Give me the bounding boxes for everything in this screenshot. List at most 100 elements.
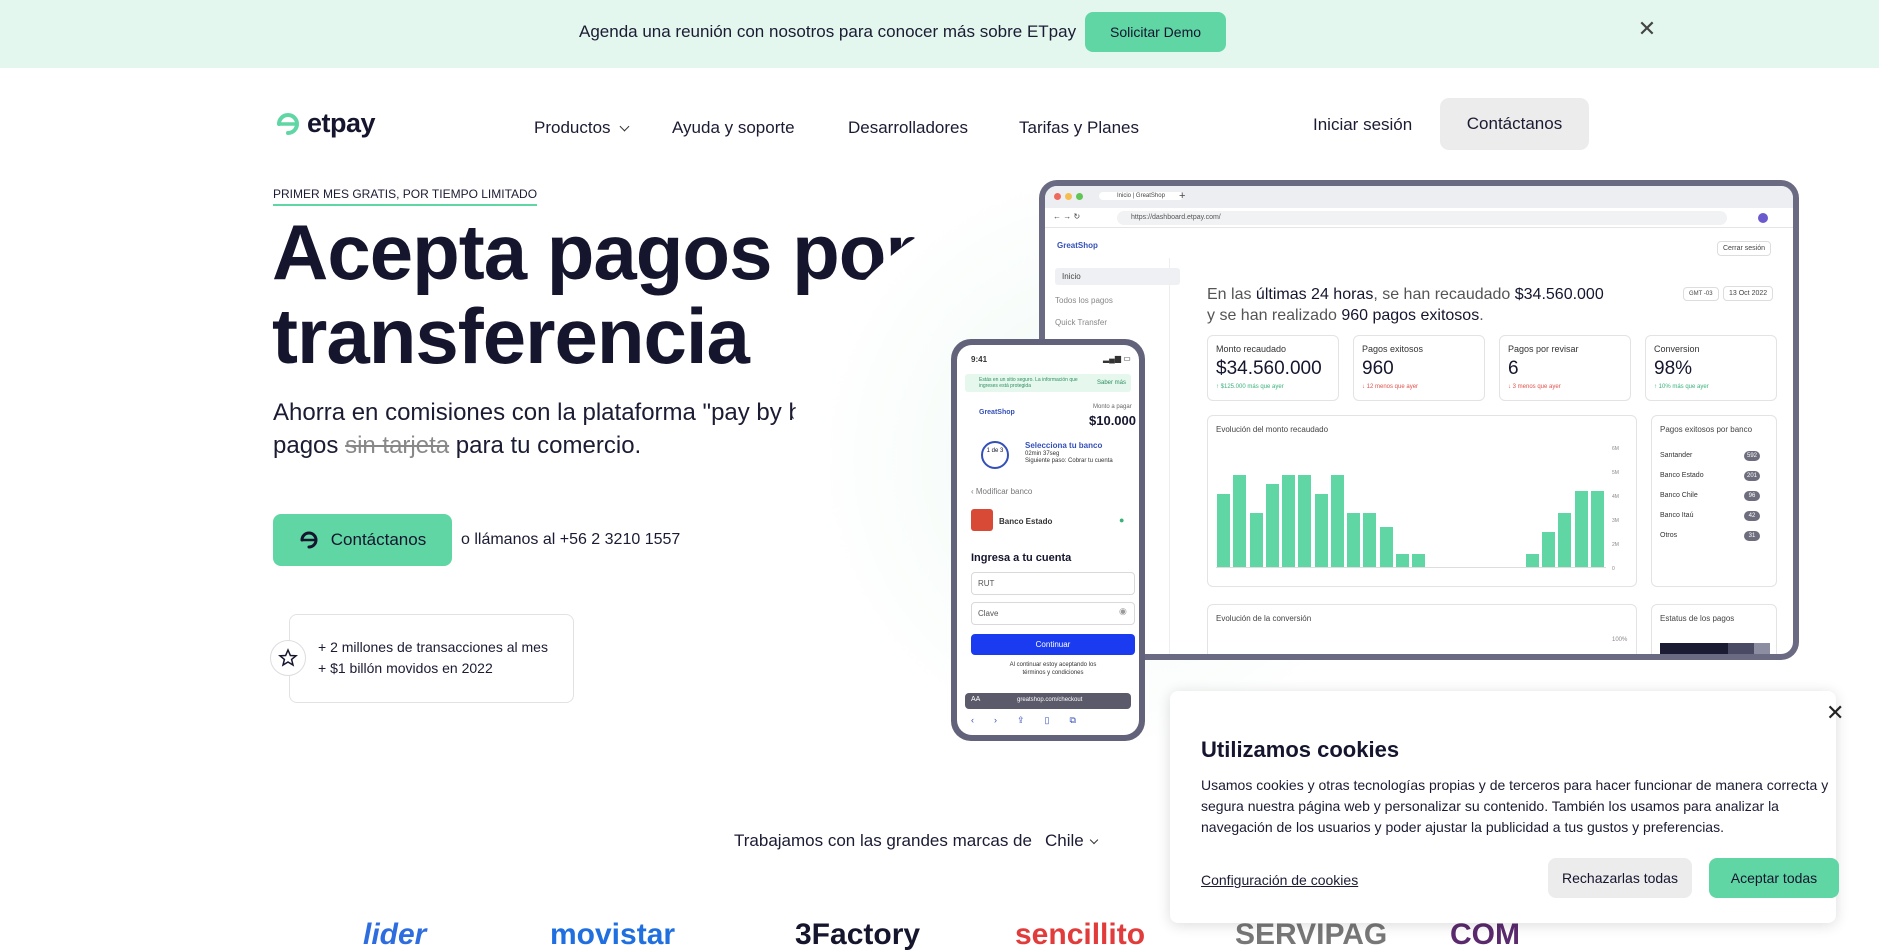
chart-bar bbox=[1265, 484, 1279, 567]
contact-button[interactable]: Contáctanos bbox=[1440, 98, 1589, 150]
hero-title-line1: Acepta pagos por bbox=[272, 208, 916, 296]
cookie-settings-link[interactable]: Configuración de cookies bbox=[1201, 872, 1358, 888]
nav-productos-label: Productos bbox=[534, 118, 611, 137]
close-icon[interactable]: ✕ bbox=[1826, 700, 1844, 726]
change-bank-link: ‹ Modificar banco bbox=[971, 487, 1033, 496]
request-demo-button[interactable]: Solicitar Demo bbox=[1085, 12, 1226, 52]
close-icon[interactable]: ✕ bbox=[1636, 18, 1658, 40]
chart-bar bbox=[1233, 474, 1247, 567]
chart-bar bbox=[1412, 554, 1425, 567]
accept-all-button[interactable]: Aceptar todas bbox=[1709, 858, 1839, 898]
etpay-logo-icon bbox=[277, 112, 299, 135]
brand-logo: COM bbox=[1450, 918, 1520, 951]
reject-all-button[interactable]: Rechazarlas todas bbox=[1548, 858, 1692, 898]
star-icon bbox=[270, 640, 306, 676]
close-dot bbox=[1054, 193, 1061, 200]
mobile-toolbar-icons: ‹›⇪▯⧉ bbox=[971, 715, 1096, 725]
hero-contact-button[interactable]: Contáctanos bbox=[273, 514, 452, 566]
chart-bar bbox=[1298, 474, 1312, 567]
chart-bar bbox=[1558, 512, 1572, 567]
kpi-value: 98% bbox=[1654, 358, 1693, 379]
kpi-delta: ↓ 3 menos que ayer bbox=[1508, 384, 1561, 390]
browser-tab: Inicio | GreatShop bbox=[1099, 192, 1183, 200]
chart-bar bbox=[1542, 531, 1555, 567]
y-tick-label: 0 bbox=[1612, 566, 1615, 572]
country-select[interactable]: Chile bbox=[1045, 831, 1098, 851]
nav-ayuda[interactable]: Ayuda y soporte bbox=[672, 118, 795, 138]
bank-row: Banco Estado 201 bbox=[1660, 471, 1760, 481]
login-link[interactable]: Iniciar sesión bbox=[1313, 115, 1412, 135]
side-item-transfer: Quick Transfer bbox=[1055, 318, 1108, 327]
rut-input: RUT bbox=[971, 572, 1135, 595]
country-label: Chile bbox=[1045, 831, 1084, 850]
factory-logo: 3Factory bbox=[795, 918, 921, 951]
browser-addressbar: ← → ↻ https://dashboard.etpay.com/ bbox=[1045, 208, 1793, 228]
status-bar-success bbox=[1660, 643, 1728, 654]
kpi-label: Monto recaudado bbox=[1216, 344, 1287, 354]
stat-transactions: + 2 millones de transacciones al mes bbox=[318, 639, 548, 655]
conversion-panel: Evolución de la conversión 100% bbox=[1207, 604, 1637, 654]
browser-tabbar: Inicio | GreatShop + bbox=[1045, 186, 1793, 208]
movistar-logo: movistar bbox=[550, 918, 676, 951]
kpi-value: $34.560.000 bbox=[1216, 358, 1322, 379]
chart-bar bbox=[1379, 526, 1393, 567]
selected-bank: Banco Estado bbox=[999, 517, 1053, 526]
step-title: Selecciona tu banco bbox=[1025, 441, 1103, 450]
banks-title: Pagos exitosos por banco bbox=[1660, 425, 1753, 434]
secure-notice: Estás en un sitio seguro. La información… bbox=[965, 374, 1131, 392]
y-tick-label: 5M bbox=[1612, 470, 1619, 476]
step-next: Siguiente paso: Cobrar tu cuenta bbox=[1025, 458, 1113, 464]
chart-bar bbox=[1525, 554, 1539, 567]
status-bar-review bbox=[1728, 643, 1754, 654]
y-tick-label: 4M bbox=[1612, 494, 1619, 500]
bank-name: Banco Estado bbox=[1660, 472, 1704, 479]
summary-amount: $34.560.000 bbox=[1514, 286, 1604, 303]
kpi-card: Pagos por revisar 6 ↓ 3 menos que ayer bbox=[1499, 335, 1631, 401]
nav-desarrolladores[interactable]: Desarrolladores bbox=[848, 118, 968, 138]
secure-text: Estás en un sitio seguro. La información… bbox=[979, 377, 1078, 389]
banks-panel: Pagos exitosos por banco Santander 592 Ban… bbox=[1651, 415, 1777, 587]
status-bar-other bbox=[1754, 643, 1770, 654]
step-indicator: 1 de 3 bbox=[981, 441, 1009, 469]
secure-more: Saber más bbox=[1097, 380, 1127, 386]
mobile-urlbar: AA greatshop.com/checkout bbox=[965, 693, 1131, 709]
continue-button: Continuar bbox=[971, 634, 1135, 655]
kpi-label: Pagos por revisar bbox=[1508, 344, 1579, 354]
etpay-logo[interactable]: etpay bbox=[275, 108, 376, 139]
chart-bar bbox=[1574, 491, 1588, 567]
nav-productos[interactable]: Productos bbox=[534, 118, 629, 138]
chart-bar bbox=[1590, 491, 1604, 567]
nav-tarifas[interactable]: Tarifas y Planes bbox=[1019, 118, 1139, 138]
kpi-card: Conversion 98% ↑ 10% más que ayer bbox=[1645, 335, 1777, 401]
revenue-bars bbox=[1216, 450, 1606, 568]
y-tick-label: 3M bbox=[1612, 518, 1619, 524]
summary-count: 960 pagos exitosos bbox=[1341, 307, 1480, 324]
summary-end: . bbox=[1479, 307, 1484, 324]
promo-banner: Agenda una reunión con nosotros para con… bbox=[0, 0, 1879, 68]
eye-icon: ◉ bbox=[1119, 606, 1127, 616]
bank-name: Santander bbox=[1660, 452, 1693, 459]
bank-row: Santander 592 bbox=[1660, 451, 1760, 461]
sub-text-end: para tu comercio. bbox=[449, 432, 642, 459]
cookie-body: Usamos cookies y otras tecnologías propi… bbox=[1201, 777, 1829, 835]
date-badge: 13 Oct 2022 bbox=[1723, 286, 1774, 301]
bank-row: Otros 31 bbox=[1660, 531, 1760, 541]
kpi-label: Pagos exitosos bbox=[1362, 344, 1424, 354]
profile-avatar bbox=[1758, 213, 1768, 223]
chart-bar bbox=[1363, 512, 1377, 567]
dashboard-mockup: Inicio | GreatShop + ← → ↻ https://dashb… bbox=[1039, 180, 1799, 660]
summary-text: En las bbox=[1207, 286, 1256, 303]
y-tick-label: 2M bbox=[1612, 542, 1619, 548]
kpi-value: 960 bbox=[1362, 358, 1394, 379]
side-item-pagos: Todos los pagos bbox=[1055, 296, 1113, 305]
lider-logo: lider bbox=[363, 918, 427, 951]
bank-count: 201 bbox=[1744, 471, 1760, 481]
nav-arrows-icon: ← → ↻ bbox=[1053, 212, 1081, 221]
chart-title: Evolución del monto recaudado bbox=[1216, 425, 1329, 434]
conversion-title: Evolución de la conversión bbox=[1216, 614, 1312, 623]
stat-volume: + $1 billón movidos en 2022 bbox=[318, 660, 493, 676]
mobile-url: greatshop.com/checkout bbox=[1017, 697, 1083, 703]
amount-label: Monto a pagar bbox=[1093, 404, 1132, 410]
chart-bar bbox=[1282, 474, 1295, 567]
amount-value: $10.000 bbox=[1089, 413, 1136, 428]
